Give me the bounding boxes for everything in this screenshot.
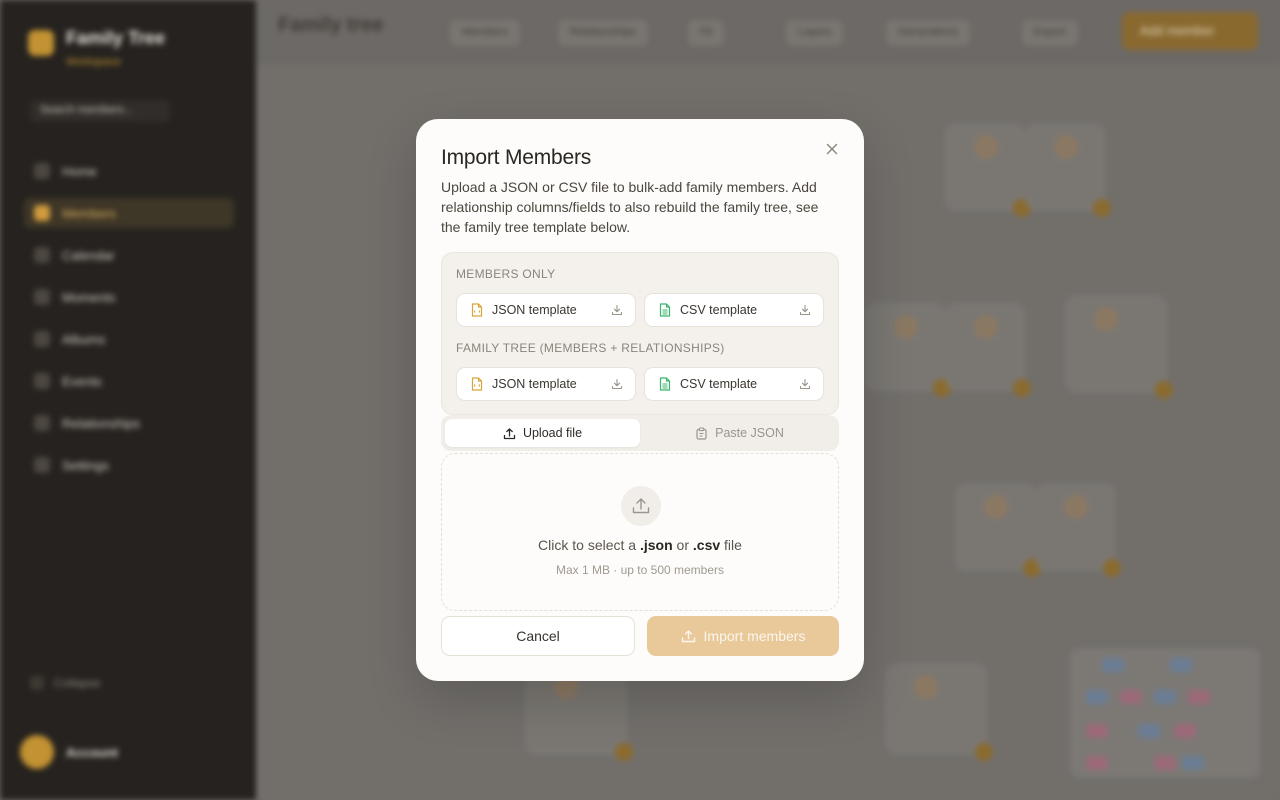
template-label: CSV template xyxy=(680,377,758,391)
upload-icon xyxy=(621,486,661,526)
csv-file-icon xyxy=(658,303,672,317)
dropzone-instruction: Click to select a .json or .csv file xyxy=(442,537,838,553)
members-only-heading: Members only xyxy=(456,267,556,281)
dialog-title: Import Members xyxy=(441,146,592,169)
upload-icon xyxy=(503,427,516,439)
cancel-button[interactable]: Cancel xyxy=(441,616,635,656)
family-tree-heading: Family tree (members + relationships) xyxy=(456,341,725,355)
dropzone-or: or xyxy=(676,537,689,553)
template-label: JSON template xyxy=(492,303,577,317)
import-members-button[interactable]: Import members xyxy=(647,616,839,656)
download-icon xyxy=(799,304,811,316)
template-section: Members only JSON template CSV template … xyxy=(441,252,839,415)
csv-file-icon xyxy=(658,377,672,391)
close-button[interactable] xyxy=(822,139,842,159)
members-csv-template-button[interactable]: CSV template xyxy=(644,293,824,327)
template-label: CSV template xyxy=(680,303,758,317)
download-icon xyxy=(611,378,623,390)
clipboard-icon xyxy=(696,426,707,440)
import-mode-tabs: Upload file Paste JSON xyxy=(441,415,839,451)
csv-extension: .csv xyxy=(692,537,721,553)
dropzone-limits: Max 1 MB · up to 500 members xyxy=(555,563,725,577)
json-file-icon xyxy=(470,377,484,391)
file-dropzone[interactable]: Click to select a .json or .csv file Max… xyxy=(441,453,839,611)
json-extension: .json xyxy=(639,537,673,553)
dialog-description: Upload a JSON or CSV file to bulk-add fa… xyxy=(441,179,819,235)
tab-upload-file[interactable]: Upload file xyxy=(445,419,640,447)
close-icon xyxy=(826,143,838,155)
members-json-template-button[interactable]: JSON template xyxy=(456,293,636,327)
template-label: JSON template xyxy=(492,377,577,391)
upload-icon xyxy=(681,630,695,643)
dropzone-suffix: file xyxy=(724,537,742,553)
tab-label: Upload file xyxy=(522,426,583,440)
download-icon xyxy=(611,304,623,316)
tree-json-template-button[interactable]: JSON template xyxy=(456,367,636,401)
import-button-label: Import members xyxy=(703,628,806,644)
json-file-icon xyxy=(470,303,484,317)
tab-label: Paste JSON xyxy=(715,426,784,440)
dropzone-prefix: Click to select a xyxy=(538,537,637,553)
download-icon xyxy=(799,378,811,390)
tree-csv-template-button[interactable]: CSV template xyxy=(644,367,824,401)
import-members-dialog: Import Members Upload a JSON or CSV file… xyxy=(416,119,864,681)
tab-paste-json[interactable]: Paste JSON xyxy=(644,419,835,447)
